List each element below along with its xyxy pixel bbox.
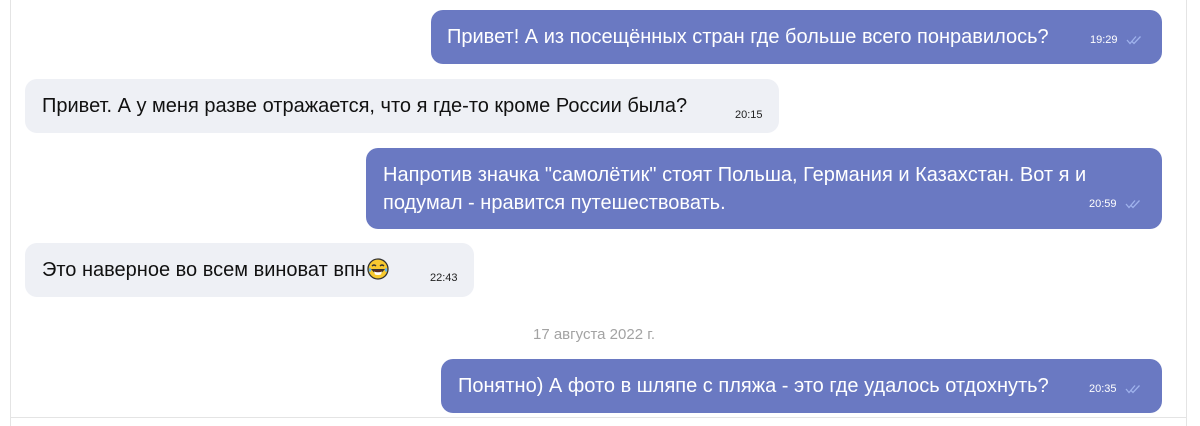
- chat-bottom-border: [10, 417, 1187, 418]
- incoming-message[interactable]: Это наверное во всем виноват впн 22:43: [25, 243, 474, 297]
- message-text: Это наверное во всем виноват впн: [42, 259, 366, 281]
- message-text: Напротив значка "самолётик" стоят Польша…: [383, 164, 1087, 214]
- double-check-icon: [1126, 36, 1141, 45]
- message-text: Понятно) А фото в шляпе с пляжа - это гд…: [458, 375, 1049, 397]
- message-time: 20:35: [1089, 383, 1117, 395]
- message-text: Привет. А у меня разве отражается, что я…: [42, 95, 688, 117]
- message-time: 20:15: [735, 109, 763, 121]
- outgoing-message[interactable]: Напротив значка "самолётик" стоят Польша…: [366, 148, 1162, 229]
- date-separator: 17 августа 2022 г.: [532, 326, 656, 343]
- message-time: 20:59: [1089, 198, 1117, 210]
- message-time: 19:29: [1090, 34, 1118, 46]
- chat-left-border: [10, 0, 11, 426]
- incoming-message[interactable]: Привет. А у меня разве отражается, что я…: [25, 79, 779, 133]
- double-check-icon: [1125, 385, 1140, 394]
- chat-right-border: [1186, 0, 1187, 426]
- double-check-icon: [1125, 200, 1140, 209]
- message-time: 22:43: [430, 272, 458, 284]
- outgoing-message[interactable]: Привет! А из посещённых стран где больше…: [431, 10, 1162, 64]
- message-text-wrapper: Это наверное во всем виноват впн: [42, 256, 389, 284]
- laughing-tears-emoji-icon: [367, 258, 389, 280]
- outgoing-message[interactable]: Понятно) А фото в шляпе с пляжа - это гд…: [441, 359, 1162, 413]
- message-text: Привет! А из посещённых стран где больше…: [447, 26, 1049, 48]
